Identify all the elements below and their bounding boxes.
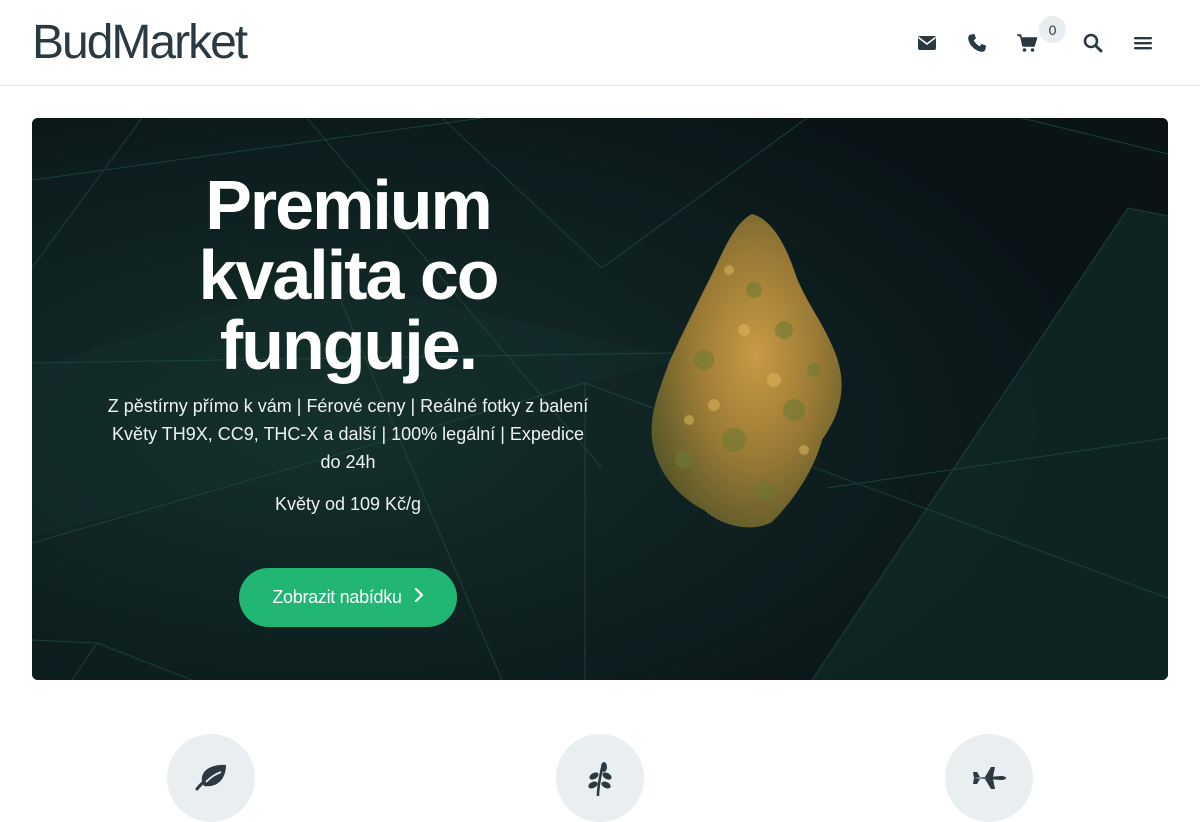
leaf-icon xyxy=(194,762,228,797)
hero-price: Květy od 109 Kč/g xyxy=(274,494,422,514)
cannabis-bud-image xyxy=(651,214,842,528)
feature-circle-leaf xyxy=(167,734,255,822)
show-offer-button-label: Zobrazit nabídku xyxy=(272,587,402,607)
cart-icon[interactable] xyxy=(1012,28,1042,58)
hero-subtitle-line-1: Z pěstírny přímo k vám | Férové ceny | R… xyxy=(107,396,589,416)
site-header: BudMarket 0 xyxy=(0,0,1200,86)
cart-count-badge: 0 xyxy=(1039,16,1066,43)
hamburger-menu-icon[interactable] xyxy=(1128,28,1158,58)
phone-icon[interactable] xyxy=(962,28,992,58)
airplane-icon xyxy=(971,762,1007,799)
hero-subtitle-line-2: Květy TH9X, CC9, THC-X a další | 100% le… xyxy=(112,424,584,472)
plant-sprout-icon xyxy=(586,762,614,801)
site-logo[interactable]: BudMarket xyxy=(32,16,248,70)
hero-banner: Premium kvalita co funguje. Z pěstírny p… xyxy=(32,118,1168,680)
chevron-right-icon xyxy=(414,587,424,608)
search-icon[interactable] xyxy=(1078,28,1108,58)
feature-circle-sprout xyxy=(556,734,644,822)
hero-title: Premium kvalita co funguje. xyxy=(198,166,499,384)
email-icon[interactable] xyxy=(912,28,942,58)
show-offer-button[interactable]: Zobrazit nabídku xyxy=(239,568,457,627)
feature-circle-airplane xyxy=(945,734,1033,822)
